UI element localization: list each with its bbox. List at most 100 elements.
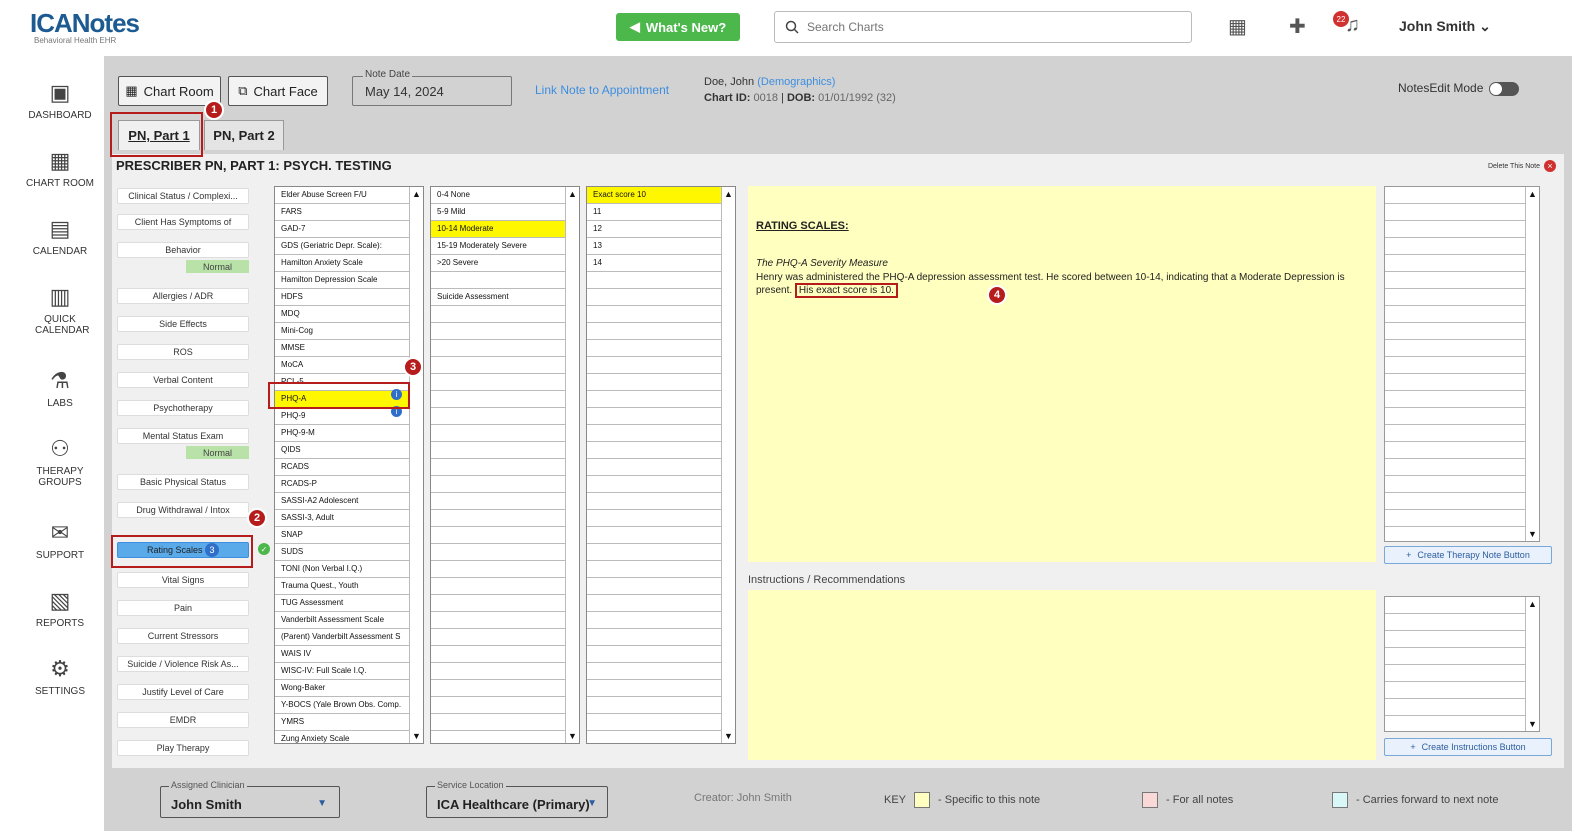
list-item[interactable] (431, 425, 579, 442)
list-item[interactable]: HDFS (275, 289, 423, 306)
list-item[interactable]: SNAP (275, 527, 423, 544)
nav-chart-room[interactable]: ▦ CHART ROOM (0, 148, 120, 189)
list-item[interactable] (587, 272, 735, 289)
list-item[interactable]: SASSI-A2 Adolescent (275, 493, 423, 510)
section-button[interactable]: Pain (117, 600, 249, 616)
list-item[interactable] (431, 510, 579, 527)
list-item[interactable]: WAIS IV (275, 646, 423, 663)
list-item[interactable]: MoCA (275, 357, 423, 374)
list-item[interactable]: RCADS (275, 459, 423, 476)
section-button[interactable]: Verbal Content (117, 372, 249, 388)
nav-support[interactable]: ✉ SUPPORT (0, 520, 120, 561)
list-item[interactable] (587, 493, 735, 510)
list-item[interactable] (587, 510, 735, 527)
scroll-down-icon[interactable]: ▼ (1528, 529, 1537, 539)
list-item[interactable] (431, 493, 579, 510)
therapy-list[interactable]: ▲ ▼ (1384, 186, 1540, 542)
section-button[interactable]: Justify Level of Care (117, 684, 249, 700)
list-item[interactable] (431, 612, 579, 629)
section-button[interactable]: Play Therapy (117, 740, 249, 756)
list-item[interactable] (587, 425, 735, 442)
severity-list[interactable]: 0-4 None 5-9 Mild 10-14 Moderate 15-19 M… (430, 186, 580, 744)
list-item[interactable]: Mini-Cog (275, 323, 423, 340)
section-button[interactable]: Allergies / ADR (117, 288, 249, 304)
list-item[interactable] (431, 714, 579, 731)
scrollbar[interactable]: ▲ ▼ (721, 187, 735, 743)
scroll-down-icon[interactable]: ▼ (724, 731, 733, 741)
list-item[interactable] (587, 578, 735, 595)
section-button[interactable]: Behavior (117, 242, 249, 258)
list-item[interactable] (587, 680, 735, 697)
whats-new-button[interactable]: ◀ What's New? (616, 13, 740, 41)
list-item[interactable] (587, 561, 735, 578)
list-item[interactable] (431, 646, 579, 663)
list-item[interactable] (587, 323, 735, 340)
score-list[interactable]: Exact score 10 11 12 13 14 ▲ ▼ (586, 186, 736, 744)
list-item[interactable] (431, 629, 579, 646)
list-item[interactable]: Vanderbilt Assessment Scale (275, 612, 423, 629)
list-item[interactable]: 5-9 Mild (431, 204, 579, 221)
list-item-selected[interactable]: Exact score 10 (587, 187, 735, 204)
list-item[interactable] (587, 646, 735, 663)
nav-dashboard[interactable]: ▣ DASHBOARD (0, 80, 120, 121)
list-item[interactable]: 0-4 None (431, 187, 579, 204)
list-item[interactable] (431, 340, 579, 357)
list-item[interactable]: MMSE (275, 340, 423, 357)
scroll-down-icon[interactable]: ▼ (568, 731, 577, 741)
list-item[interactable]: TUG Assessment (275, 595, 423, 612)
list-item[interactable] (587, 629, 735, 646)
list-item[interactable]: YMRS (275, 714, 423, 731)
instructions-text-area[interactable] (748, 590, 1376, 760)
list-item[interactable]: Hamilton Anxiety Scale (275, 255, 423, 272)
nav-reports[interactable]: ▧ REPORTS (0, 588, 120, 629)
list-item[interactable] (431, 544, 579, 561)
demographics-link[interactable]: (Demographics) (757, 76, 835, 88)
list-item[interactable]: Y-BOCS (Yale Brown Obs. Comp. (275, 697, 423, 714)
list-item[interactable] (587, 595, 735, 612)
section-button[interactable]: ROS (117, 344, 249, 360)
list-item[interactable] (431, 306, 579, 323)
list-item[interactable]: 12 (587, 221, 735, 238)
section-button[interactable]: Suicide / Violence Risk As... (117, 656, 249, 672)
tab-pn-part-2[interactable]: PN, Part 2 (204, 120, 284, 150)
list-item[interactable]: SASSI-3, Adult (275, 510, 423, 527)
scales-list[interactable]: Elder Abuse Screen F/U FARS GAD-7 GDS (G… (274, 186, 424, 744)
search-box[interactable] (774, 11, 1192, 43)
list-item[interactable] (587, 663, 735, 680)
hospital-icon[interactable]: ✚ (1289, 14, 1306, 39)
section-button[interactable]: Clinical Status / Complexi... (117, 188, 249, 204)
notes-edit-toggle[interactable] (1489, 81, 1520, 96)
list-item[interactable] (587, 714, 735, 731)
list-item[interactable] (587, 391, 735, 408)
delete-note-button[interactable]: Delete This Note × (1488, 160, 1556, 172)
section-button[interactable]: Basic Physical Status (117, 474, 249, 490)
nav-labs[interactable]: ⚗ LABS (0, 368, 120, 409)
user-menu[interactable]: John Smith ⌄ (1399, 18, 1491, 35)
list-item[interactable] (587, 442, 735, 459)
list-item[interactable] (431, 391, 579, 408)
barcode-icon[interactable]: ▦ (1228, 14, 1247, 39)
list-item[interactable]: Hamilton Depression Scale (275, 272, 423, 289)
section-button[interactable]: EMDR (117, 712, 249, 728)
section-button[interactable]: Vital Signs (117, 572, 249, 588)
list-item[interactable] (587, 408, 735, 425)
list-item[interactable]: RCADS-P (275, 476, 423, 493)
assigned-clinician-select[interactable]: Assigned Clinician John Smith ▼ (160, 780, 340, 818)
list-item[interactable]: SUDS (275, 544, 423, 561)
nav-quick-calendar[interactable]: ▥ QUICK CALENDAR (0, 284, 120, 336)
nav-calendar[interactable]: ▤ CALENDAR (0, 216, 120, 257)
note-text-area[interactable]: RATING SCALES: The PHQ-A Severity Measur… (748, 186, 1376, 562)
list-item[interactable] (431, 663, 579, 680)
nav-settings[interactable]: ⚙ SETTINGS (0, 656, 120, 697)
list-item[interactable] (431, 442, 579, 459)
list-item[interactable]: (Parent) Vanderbilt Assessment S (275, 629, 423, 646)
list-item[interactable]: 11 (587, 204, 735, 221)
list-item[interactable]: PHQ-9-M (275, 425, 423, 442)
section-button[interactable]: Client Has Symptoms of (117, 214, 249, 230)
section-button[interactable]: Side Effects (117, 316, 249, 332)
list-item[interactable] (587, 357, 735, 374)
list-item[interactable] (587, 544, 735, 561)
list-item[interactable] (587, 612, 735, 629)
list-item[interactable] (431, 357, 579, 374)
list-item[interactable] (587, 306, 735, 323)
